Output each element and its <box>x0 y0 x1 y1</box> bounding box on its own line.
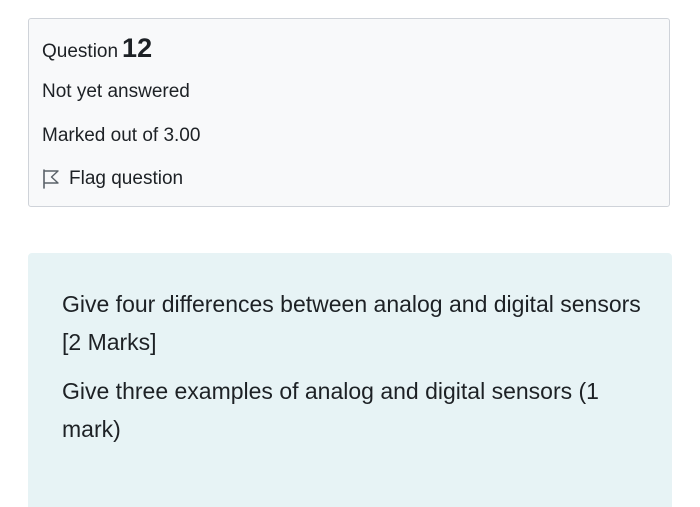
flag-question-label: Flag question <box>69 168 184 189</box>
flag-icon <box>42 169 60 189</box>
question-text-paragraph: Give four differences between analog and… <box>62 291 641 355</box>
question-label: Question <box>42 41 119 62</box>
question-info-panel: Question 12 Not yet answered Marked out o… <box>28 18 670 207</box>
question-text-panel: Give four differences between analog and… <box>28 253 672 507</box>
flag-question-button[interactable]: Flag question <box>42 168 183 190</box>
question-grade: Marked out of 3.00 <box>42 125 201 146</box>
question-text-paragraph: Give three examples of analog and digita… <box>62 378 599 442</box>
quiz-page: Question 12 Not yet answered Marked out o… <box>0 0 700 507</box>
question-state: Not yet answered <box>42 81 190 102</box>
question-heading: Question 12 <box>42 33 152 64</box>
question-number: 12 <box>122 33 153 63</box>
